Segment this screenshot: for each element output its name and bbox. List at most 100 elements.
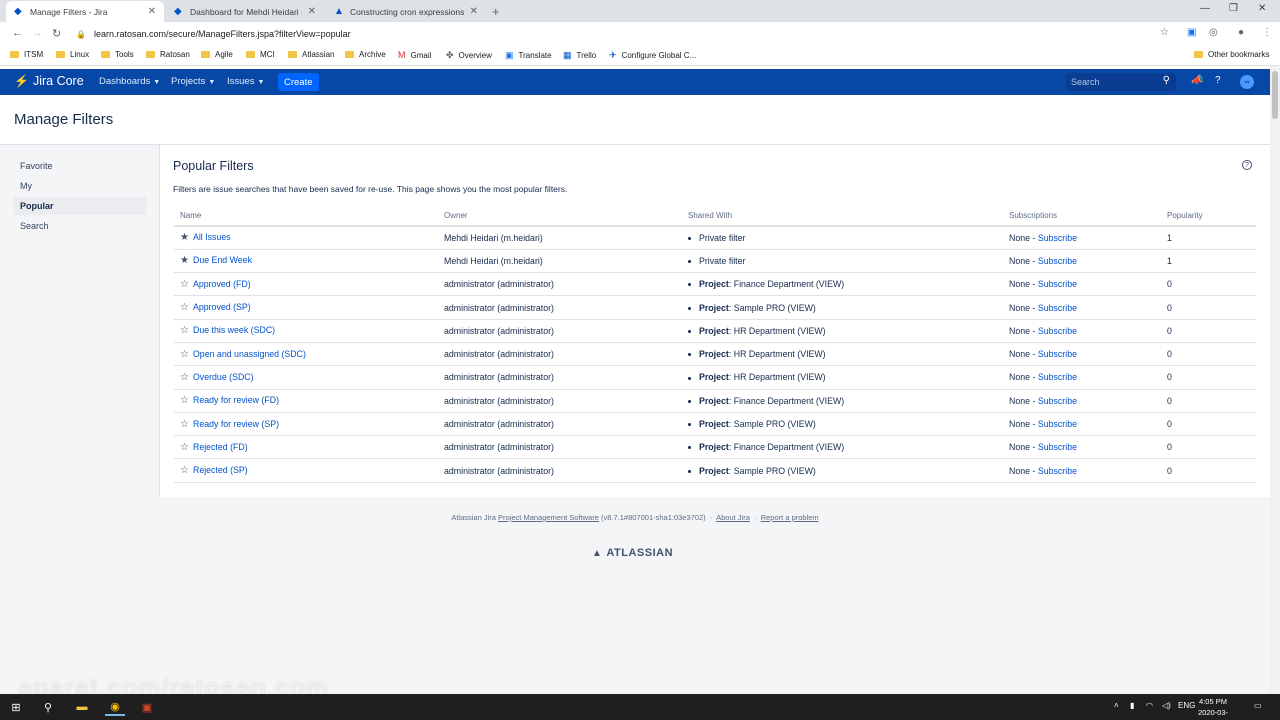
bookmark-itsm[interactable]: ITSM — [10, 50, 43, 59]
subscribe-link[interactable]: Subscribe — [1038, 256, 1077, 266]
star-outline-icon[interactable]: ☆ — [180, 349, 189, 360]
star-outline-icon[interactable]: ☆ — [180, 419, 189, 430]
star-outline-icon[interactable]: ☆ — [180, 395, 189, 406]
scrollbar[interactable] — [1270, 66, 1280, 694]
subscribe-link[interactable]: Subscribe — [1038, 372, 1077, 382]
windows-start-icon[interactable]: ⊞ — [6, 698, 26, 716]
avatar[interactable]: ∞ — [1240, 75, 1254, 89]
bookmark-trello[interactable]: ▦ Trello — [563, 50, 596, 61]
bookmark-archive[interactable]: Archive — [345, 50, 386, 59]
sidebar-item-search[interactable]: Search — [14, 217, 146, 235]
menu-kebab-icon[interactable]: ⋮ — [1262, 27, 1272, 38]
pms-link[interactable]: Project Management Software — [498, 513, 599, 522]
subscribe-link[interactable]: Subscribe — [1038, 396, 1077, 406]
filter-name-link[interactable]: Approved (FD) — [193, 279, 251, 289]
bookmark-translate[interactable]: ▣ Translate — [505, 50, 552, 61]
restore-icon[interactable]: ❐ — [1229, 3, 1238, 14]
sidebar-item-favorite[interactable]: Favorite — [14, 157, 146, 175]
tray-chevron-icon[interactable]: ˄ — [1114, 701, 1119, 710]
notification-center-icon[interactable]: ▭ — [1254, 701, 1262, 710]
jira-logo[interactable]: ⚡ Jira Core — [14, 74, 84, 88]
close-icon[interactable]: ✕ — [470, 6, 478, 17]
star-outline-icon[interactable]: ☆ — [180, 302, 189, 313]
star-outline-icon[interactable]: ☆ — [180, 442, 189, 453]
search-input[interactable]: Search ⚲ — [1066, 73, 1176, 91]
column-header-name[interactable]: Name — [174, 205, 438, 227]
atlassian-logo[interactable]: ▲ ATLASSIAN — [592, 547, 673, 559]
nav-projects[interactable]: Projects ▼ — [171, 76, 215, 87]
notifications-icon[interactable]: 📣 — [1191, 75, 1203, 86]
subscribe-link[interactable]: Subscribe — [1038, 279, 1077, 289]
language-indicator[interactable]: ENG — [1178, 701, 1195, 710]
star-outline-icon[interactable]: ☆ — [180, 465, 189, 476]
filter-name-link[interactable]: Open and unassigned (SDC) — [193, 349, 306, 359]
volume-icon[interactable]: ◁) — [1162, 701, 1171, 710]
star-outline-icon[interactable]: ☆ — [180, 279, 189, 290]
new-tab-icon[interactable]: + — [492, 4, 500, 19]
bookmark-other[interactable]: Other bookmarks — [1194, 50, 1269, 59]
bookmark-agile[interactable]: Agile — [201, 50, 233, 59]
battery-icon[interactable]: ▮ — [1130, 701, 1134, 710]
window-close-icon[interactable]: ✕ — [1258, 3, 1266, 14]
sidebar-item-my[interactable]: My — [14, 177, 146, 195]
browser-tab-dashboard[interactable]: ◆ Dashboard for Mehdi Heidari - Ji ✕ — [166, 1, 324, 22]
help-icon[interactable]: ? — [1215, 75, 1221, 86]
help-circle-icon[interactable]: ? — [1242, 160, 1252, 170]
extension-icon[interactable]: ◎ — [1209, 27, 1218, 38]
filter-name-link[interactable]: Due this week (SDC) — [193, 325, 275, 335]
chrome-icon[interactable]: ◉ — [105, 698, 125, 716]
filter-name-link[interactable]: All Issues — [193, 232, 231, 242]
bookmark-overview[interactable]: ✤ Overview — [446, 50, 492, 61]
bookmark-tools[interactable]: Tools — [101, 50, 134, 59]
filter-name-link[interactable]: Ready for review (FD) — [193, 395, 279, 405]
create-button[interactable]: Create — [278, 73, 319, 91]
close-icon[interactable]: ✕ — [148, 6, 156, 17]
column-header-subscriptions[interactable]: Subscriptions — [1003, 205, 1161, 227]
translate-extension-icon[interactable]: ▣ — [1187, 27, 1196, 38]
filter-name-link[interactable]: Due End Week — [193, 255, 252, 265]
subscribe-link[interactable]: Subscribe — [1038, 349, 1077, 359]
minimize-icon[interactable]: — — [1200, 3, 1210, 14]
scrollbar-thumb[interactable] — [1272, 71, 1278, 119]
bookmark-gmail[interactable]: M Gmail — [398, 50, 431, 60]
report-problem-link[interactable]: Report a problem — [761, 513, 819, 522]
column-header-owner[interactable]: Owner — [438, 205, 682, 227]
bookmark-ratosan[interactable]: Ratosan — [146, 50, 190, 59]
star-outline-icon[interactable]: ☆ — [180, 372, 189, 383]
filter-name-link[interactable]: Rejected (SP) — [193, 465, 248, 475]
filter-name-link[interactable]: Overdue (SDC) — [193, 372, 254, 382]
profile-icon[interactable]: ● — [1238, 27, 1244, 38]
bookmark-atlassian[interactable]: Atlassian — [288, 50, 334, 59]
nav-issues[interactable]: Issues ▼ — [227, 76, 264, 87]
filter-name-link[interactable]: Ready for review (SP) — [193, 419, 279, 429]
browser-tab-cron[interactable]: ▲ Constructing cron expressions fo ✕ — [326, 1, 486, 22]
bookmark-mci[interactable]: MCI — [246, 50, 275, 59]
subscribe-link[interactable]: Subscribe — [1038, 233, 1077, 243]
bookmark-linux[interactable]: Linux — [56, 50, 89, 59]
subscribe-link[interactable]: Subscribe — [1038, 466, 1077, 476]
forward-icon[interactable]: → — [32, 27, 43, 39]
bookmark-configure-global[interactable]: ✈ Configure Global C... — [609, 50, 696, 61]
bookmark-star-icon[interactable]: ☆ — [1160, 27, 1169, 38]
powerpoint-icon[interactable]: ▣ — [137, 698, 157, 716]
subscribe-link[interactable]: Subscribe — [1038, 442, 1077, 452]
subscribe-link[interactable]: Subscribe — [1038, 303, 1077, 313]
search-icon[interactable]: ⚲ — [38, 698, 58, 716]
filter-name-link[interactable]: Approved (SP) — [193, 302, 251, 312]
star-filled-icon[interactable]: ★ — [180, 255, 189, 266]
subscribe-link[interactable]: Subscribe — [1038, 326, 1077, 336]
wifi-icon[interactable]: ◠ — [1146, 701, 1153, 710]
about-jira-link[interactable]: About Jira — [716, 513, 750, 522]
back-icon[interactable]: ← — [12, 27, 23, 39]
taskbar-clock[interactable]: 4:05 PM 2020-03-08 — [1196, 696, 1230, 720]
star-outline-icon[interactable]: ☆ — [180, 325, 189, 336]
sidebar-item-popular[interactable]: Popular — [14, 197, 146, 215]
column-header-shared-with[interactable]: Shared With — [682, 205, 1003, 227]
browser-tab-manage-filters[interactable]: ◆ Manage Filters - Jira ✕ — [6, 1, 164, 22]
close-icon[interactable]: ✕ — [308, 6, 316, 17]
nav-dashboards[interactable]: Dashboards ▼ — [99, 76, 160, 87]
star-filled-icon[interactable]: ★ — [180, 232, 189, 243]
file-explorer-icon[interactable]: ▬ — [72, 698, 92, 716]
filter-name-link[interactable]: Rejected (FD) — [193, 442, 248, 452]
column-header-popularity[interactable]: Popularity — [1161, 205, 1256, 227]
